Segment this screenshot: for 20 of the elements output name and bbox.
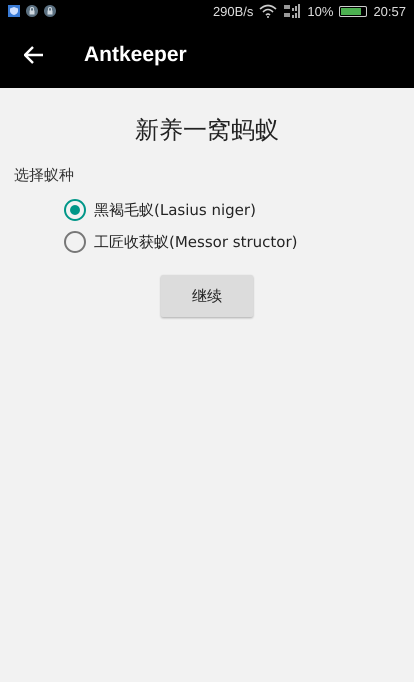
signal-icon (283, 4, 302, 18)
wifi-icon (259, 4, 278, 18)
network-speed: 290B/s (212, 4, 254, 18)
page-heading: 新养一窝蚂蚁 (134, 115, 280, 146)
lock-icon (44, 5, 56, 17)
radio-option[interactable]: 工匠收获蚁(Messor structor) (64, 227, 298, 257)
radio-button[interactable] (64, 199, 86, 221)
shield-icon (8, 5, 20, 17)
app-title: Antkeeper (84, 43, 187, 67)
radio-button[interactable] (64, 231, 86, 253)
species-label: 选择蚁种 (14, 166, 75, 185)
back-arrow-icon (24, 46, 44, 64)
lock-icon (26, 5, 38, 17)
continue-button[interactable]: 继续 (161, 275, 253, 317)
option-label: 黑褐毛蚁(Lasius niger) (94, 200, 256, 220)
battery-icon (339, 6, 368, 16)
option-label: 工匠收获蚁(Messor structor) (94, 232, 298, 252)
battery-percent: 10% (307, 4, 334, 18)
radio-option[interactable]: 黑褐毛蚁(Lasius niger) (64, 195, 256, 225)
clock: 20:57 (373, 4, 406, 18)
